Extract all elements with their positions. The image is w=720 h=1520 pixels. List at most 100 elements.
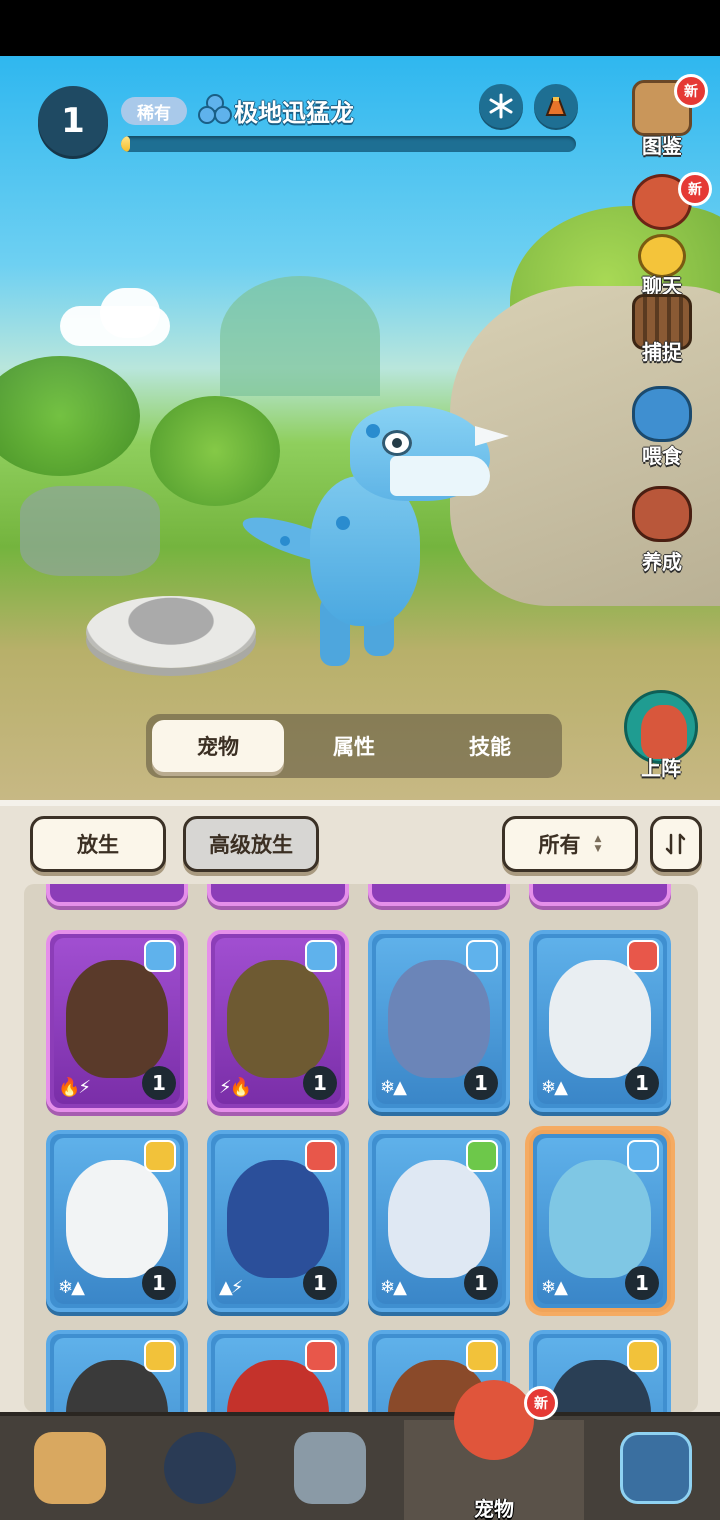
sort-icon	[665, 833, 686, 855]
pet-card[interactable]: ❄▲ 1	[368, 930, 510, 1112]
xp-bar	[121, 136, 576, 152]
pet-level: 1	[464, 1066, 498, 1100]
fire-paw-icon	[627, 940, 659, 972]
snowflake-icon[interactable]	[479, 84, 523, 128]
new-badge: 新	[674, 74, 708, 108]
pet-level: 1	[303, 1266, 337, 1300]
pet-element-icons: ⚡🔥	[219, 1077, 252, 1098]
earth-icon	[144, 1340, 176, 1372]
pet-card[interactable]	[368, 884, 510, 906]
pet-portrait	[227, 960, 329, 1078]
leaf-heart-icon	[466, 1140, 498, 1172]
tab-attributes[interactable]: 属性	[288, 720, 420, 772]
advanced-release-button[interactable]: 高级放生	[183, 816, 319, 872]
side-btn-capture[interactable]: 捕捉	[620, 294, 704, 384]
pet-level-badge: 1	[38, 86, 108, 156]
earth-icon	[466, 1340, 498, 1372]
pet-element-icons: ▲⚡	[219, 1277, 244, 1298]
pet-card[interactable]	[46, 884, 188, 906]
pet-card[interactable]	[207, 884, 349, 906]
hero-icon	[164, 1432, 236, 1504]
tab-skills[interactable]: 技能	[424, 720, 556, 772]
pet-card[interactable]	[207, 1330, 349, 1412]
filter-label: 所有	[538, 833, 581, 857]
pet-portrait	[66, 1160, 168, 1278]
earth-icon	[627, 1340, 659, 1372]
food-bowl[interactable]	[86, 596, 256, 668]
pet-icon	[454, 1380, 534, 1460]
pet-level: 1	[625, 1066, 659, 1100]
new-badge: 新	[678, 172, 712, 206]
detail-tabs: 宠物 属性 技能	[146, 714, 562, 778]
release-button[interactable]: 放生	[30, 816, 166, 872]
rarity-badge: 稀有	[121, 97, 187, 125]
pet-card[interactable]: ❄▲ 1	[529, 930, 671, 1112]
status-bar	[0, 0, 720, 56]
side-btn-nurture[interactable]: 养成	[620, 486, 704, 576]
pet-spot	[280, 536, 290, 546]
volcano-icon[interactable]	[534, 84, 578, 128]
pet-model[interactable]	[238, 386, 520, 686]
pet-spot	[336, 516, 350, 530]
advanced-release-label: 高级放生	[209, 833, 293, 857]
earth-icon	[144, 1140, 176, 1172]
nav-portal[interactable]	[606, 1426, 706, 1520]
pet-element-icons: 🔥⚡	[58, 1077, 91, 1098]
nav-hero[interactable]	[150, 1426, 250, 1520]
pet-card[interactable]: 🔥⚡ 1	[46, 930, 188, 1112]
side-btn-label: 捕捉	[642, 340, 682, 364]
pet-level: 1	[303, 1066, 337, 1100]
pet-scene	[0, 56, 720, 800]
cloud	[100, 288, 160, 338]
nav-pet[interactable]: 新 宠物	[444, 1380, 558, 1520]
water-type-icon	[198, 94, 232, 124]
side-btn-label: 养成	[642, 550, 682, 574]
xp-bar-fill	[121, 136, 131, 152]
pet-card[interactable]: ❄▲ 1	[46, 1130, 188, 1312]
pet-eye	[382, 430, 412, 456]
bottom-nav: 新 宠物	[0, 1380, 720, 1520]
nurture-icon	[632, 486, 692, 542]
weapon-icon	[294, 1432, 366, 1504]
nav-weapon[interactable]	[280, 1426, 380, 1520]
background-palm	[0, 356, 140, 476]
side-btn-label: 喂食	[642, 444, 682, 468]
fire-paw-icon	[305, 1340, 337, 1372]
side-btn-collection[interactable]: 新 图鉴	[620, 74, 708, 170]
deploy-button[interactable]: 上阵	[622, 690, 700, 782]
portal-icon	[620, 1432, 692, 1504]
pet-horn	[475, 426, 509, 446]
dropdown-arrows-icon: ▲ ▼	[594, 834, 602, 854]
pet-element-icons: ❄▲	[58, 1277, 85, 1298]
water-icon	[305, 940, 337, 972]
pet-element-icons: ❄▲	[380, 1277, 407, 1298]
pet-portrait	[388, 1160, 490, 1278]
pet-portrait	[549, 1160, 651, 1278]
pet-card[interactable]	[529, 884, 671, 906]
side-btn-feed[interactable]: 喂食	[620, 386, 704, 476]
pet-level: 1	[142, 1266, 176, 1300]
pet-card[interactable]: ❄▲ 1	[368, 1130, 510, 1312]
nav-pet-label: 宠物	[474, 1497, 514, 1520]
pet-card[interactable]: ▲⚡ 1	[207, 1130, 349, 1312]
tab-pet[interactable]: 宠物	[152, 720, 284, 772]
pet-card[interactable]	[46, 1330, 188, 1412]
water-icon	[627, 1140, 659, 1172]
pet-level: 1	[142, 1066, 176, 1100]
filter-dropdown[interactable]: 所有 ▲ ▼	[502, 816, 638, 872]
pet-card[interactable]: ⚡🔥 1	[207, 930, 349, 1112]
background-hill	[220, 276, 380, 396]
deploy-label: 上阵	[641, 756, 681, 780]
nav-tribe[interactable]	[20, 1426, 120, 1520]
pet-card[interactable]: ❄▲ 1	[529, 1130, 671, 1312]
pet-element-icons: ❄▲	[541, 1277, 568, 1298]
pet-portrait	[549, 960, 651, 1078]
side-btn-label: 图鉴	[642, 134, 682, 158]
new-badge: 新	[524, 1386, 558, 1420]
pet-portrait	[227, 1160, 329, 1278]
sort-button[interactable]	[650, 816, 702, 872]
pet-name: 极地迅猛龙	[234, 99, 354, 127]
pet-element-icons: ❄▲	[541, 1077, 568, 1098]
water-icon	[144, 940, 176, 972]
tribe-icon	[34, 1432, 106, 1504]
